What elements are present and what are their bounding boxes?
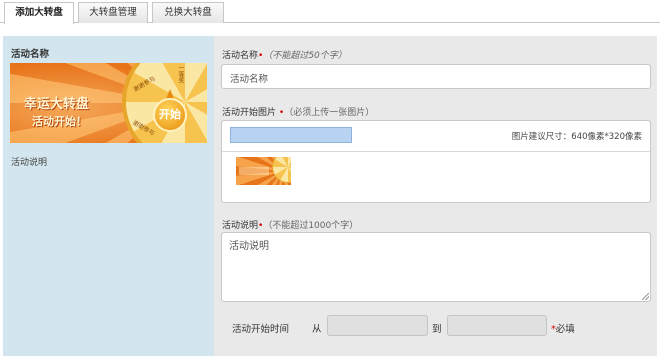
- image-hint: （必须上传一张图片）: [284, 108, 375, 118]
- end-date-input[interactable]: [447, 315, 547, 336]
- preview-title: 活动名称: [11, 49, 50, 60]
- banner-headline: 幸运大转盘: [24, 97, 90, 112]
- name-label-row: 活动名称•（不能超过50个字）: [222, 48, 347, 61]
- description-label: 活动说明: [222, 221, 259, 231]
- file-upload-input[interactable]: [230, 127, 352, 143]
- activity-description-textarea[interactable]: 活动说明: [221, 232, 651, 302]
- banner-subline: 活动开始！: [32, 115, 87, 128]
- uploaded-image-thumbnail[interactable]: [236, 157, 291, 185]
- wheel-start-button: 开始: [153, 98, 187, 132]
- to-label: 到: [432, 324, 442, 335]
- start-date-input[interactable]: [327, 315, 428, 336]
- preview-banner-image: 一等奖 谢谢参与 谢谢参与 开始 幸运大转盘 活动开始！: [10, 63, 207, 143]
- thumbnail-text-block: [239, 167, 269, 175]
- divider: [222, 151, 650, 152]
- form-panel: 活动名称•（不能超过50个字） 活动名称 活动开始图片 •（必须上传一张图片） …: [214, 36, 657, 356]
- description-hint: （不能超过1000个字）: [263, 221, 359, 231]
- required-note: *必填: [551, 321, 575, 335]
- from-label: 从: [312, 324, 322, 335]
- image-label: 活动开始图片: [222, 108, 277, 118]
- tab-redeem-wheel[interactable]: 兑换大转盘: [152, 2, 224, 23]
- start-time-label: 活动开始时间: [232, 324, 290, 335]
- image-upload-box: 图片建议尺寸：640像素*320像素: [221, 120, 651, 203]
- tab-add-wheel[interactable]: 添加大转盘: [4, 2, 74, 24]
- preview-description: 活动说明: [11, 158, 48, 168]
- preview-panel: 活动名称 一等奖 谢谢参与 谢谢参与 开始 幸运大转盘 活动开始！ 活动说明: [3, 36, 214, 356]
- image-label-row: 活动开始图片 •（必须上传一张图片）: [222, 105, 374, 118]
- image-size-hint: 图片建议尺寸：640像素*320像素: [511, 132, 642, 142]
- tab-wheel-management[interactable]: 大转盘管理: [78, 2, 148, 23]
- activity-name-input[interactable]: 活动名称: [221, 64, 651, 89]
- wheel-label-first-prize: 一等奖: [177, 65, 184, 83]
- name-label: 活动名称: [222, 51, 259, 61]
- activity-description-value: 活动说明: [229, 241, 269, 252]
- resize-grip-icon[interactable]: [642, 293, 649, 300]
- tab-bar: 添加大转盘 大转盘管理 兑换大转盘: [0, 0, 660, 24]
- name-hint: （不能超过50个字）: [263, 51, 347, 61]
- required-text: 必填: [555, 324, 575, 335]
- thumbnail-wheel: [272, 157, 291, 183]
- description-label-row: 活动说明•（不能超过1000个字）: [222, 218, 358, 231]
- activity-name-value: 活动名称: [230, 74, 269, 85]
